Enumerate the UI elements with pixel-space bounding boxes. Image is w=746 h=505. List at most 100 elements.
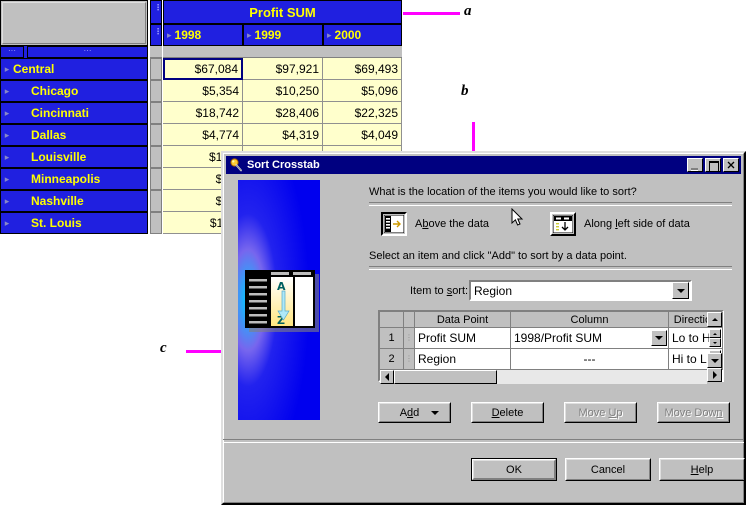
crosstab-row-label: Nashville <box>31 194 84 208</box>
grid-scroll-up-button[interactable] <box>707 312 722 327</box>
dimension-dots-left[interactable]: ··· <box>0 46 24 58</box>
crosstab-column-header-1999[interactable]: ▸ 1999 <box>243 24 323 46</box>
crosstab-data-cell[interactable]: $67,084 <box>163 58 243 80</box>
crosstab-row-gutter[interactable] <box>150 58 162 80</box>
crosstab-row-gutter[interactable] <box>150 146 162 168</box>
dialog-title: Sort Crosstab <box>247 159 320 171</box>
item-to-sort-value: Region <box>474 283 513 298</box>
crosstab-measure-title: Profit SUM <box>163 0 402 24</box>
move-up-button[interactable]: Move Up <box>564 402 637 423</box>
crosstab-data-cell[interactable]: $97,921 <box>243 58 323 80</box>
ok-button[interactable]: OK <box>471 458 557 481</box>
grid-row-selector[interactable]: ⋮ <box>404 328 415 349</box>
crosstab-row-header[interactable]: ▸ St. Louis <box>0 212 148 234</box>
grid-scroll-right-button-vertical[interactable] <box>707 368 722 382</box>
crosstab-row-header[interactable]: ▸ Minneapolis <box>0 168 148 190</box>
crosstab-data-cell[interactable]: $10,250 <box>243 80 323 102</box>
crosstab-data-cell[interactable]: $5,354 <box>163 80 243 102</box>
crosstab-row-label: Dallas <box>31 128 67 142</box>
expand-arrow-icon[interactable]: ▸ <box>1 196 13 207</box>
crosstab-row-label: Cincinnati <box>31 106 90 120</box>
spinner-down-icon[interactable] <box>709 338 721 347</box>
crosstab-row-dimension-bar[interactable]: ··· ··· <box>0 46 148 58</box>
crosstab-row-gutter[interactable] <box>150 168 162 190</box>
above-the-data-label: Above the data <box>415 218 490 230</box>
crosstab-data-cell[interactable]: $5,096 <box>323 80 402 102</box>
crosstab-gutter-band <box>150 46 162 58</box>
move-down-button[interactable]: Move Down <box>657 402 730 423</box>
annotation-label-b: b <box>461 83 469 99</box>
expand-arrow-icon[interactable]: ▸ <box>1 152 13 163</box>
sort-crosstab-dialog[interactable]: Sort Crosstab A Z What is the location o… <box>221 151 746 505</box>
help-button[interactable]: Help <box>659 458 745 481</box>
expand-arrow-icon[interactable]: ▸ <box>1 108 13 119</box>
expand-arrow-icon[interactable]: ▸ <box>1 86 13 97</box>
crosstab-row-gutter[interactable] <box>150 212 162 234</box>
dialog-title-bar[interactable]: Sort Crosstab <box>226 156 741 174</box>
annotation-label-c: c <box>160 340 167 356</box>
grid-scroll-left-button[interactable] <box>380 370 394 384</box>
minimize-icon[interactable] <box>687 158 703 172</box>
crosstab-data-cell[interactable]: $22,325 <box>323 102 402 124</box>
item-to-sort-label: Item to sort: <box>410 285 469 297</box>
chevron-down-icon[interactable] <box>672 282 689 299</box>
dimension-dots-right[interactable]: ··· <box>27 46 148 58</box>
crosstab-row-gutter[interactable] <box>150 102 162 124</box>
maximize-icon[interactable] <box>705 158 721 172</box>
crosstab-row-gutter[interactable] <box>150 190 162 212</box>
expand-arrow-icon[interactable]: ▸ <box>1 64 13 75</box>
expand-arrow-icon: ▸ <box>327 29 332 40</box>
grid-select-header <box>404 312 415 328</box>
along-left-side-icon[interactable] <box>550 212 576 236</box>
mouse-cursor <box>511 207 524 226</box>
crosstab-row-header[interactable]: ▸ Dallas <box>0 124 148 146</box>
crosstab-row-label: Central <box>13 62 55 76</box>
grid-scroll-down-button[interactable] <box>707 353 722 368</box>
grid-hscrollbar-thumb[interactable] <box>394 370 497 384</box>
crosstab-column-header-1998[interactable]: ▸ 1998 <box>163 24 243 46</box>
grid-cell-column[interactable]: --- <box>511 349 669 370</box>
expand-arrow-icon: ▸ <box>247 29 252 40</box>
delete-button[interactable]: Delete <box>471 402 544 423</box>
close-icon[interactable] <box>723 158 739 172</box>
grid-cell-data-point[interactable]: Profit SUM <box>415 328 511 349</box>
expand-arrow-icon[interactable]: ▸ <box>1 130 13 141</box>
grid-row-selector[interactable]: ⋮ <box>404 349 415 370</box>
crosstab-row-header[interactable]: ▸ Chicago <box>0 80 148 102</box>
grid-cell-column[interactable]: 1998/Profit SUM <box>511 328 669 349</box>
crosstab-column-header-2000[interactable]: ▸ 2000 <box>323 24 402 46</box>
crosstab-data-cell[interactable]: $69,493 <box>323 58 402 80</box>
item-to-sort-combobox[interactable]: Region <box>469 280 692 301</box>
crosstab-data-cell[interactable]: $4,774 <box>163 124 243 146</box>
grid-header-data-point[interactable]: Data Point <box>415 312 511 328</box>
above-the-data-icon[interactable] <box>381 212 407 236</box>
grid-header-column[interactable]: Column <box>511 312 669 328</box>
crosstab-corner-cell <box>0 0 148 46</box>
crosstab-data-cell[interactable]: $4,319 <box>243 124 323 146</box>
crosstab-gutter-top[interactable]: ⋮ <box>150 0 162 24</box>
grid-cell-data-point[interactable]: Region <box>415 349 511 370</box>
separator-2 <box>369 266 732 270</box>
annotation-leader-a <box>403 12 460 15</box>
gutter-dots-icon: ⋮ <box>154 27 162 36</box>
crosstab-gutter-second[interactable]: ⋮ <box>150 24 162 46</box>
crosstab-row-header[interactable]: ▸ Cincinnati <box>0 102 148 124</box>
crosstab-row-header[interactable]: ▸ Louisville <box>0 146 148 168</box>
expand-arrow-icon[interactable]: ▸ <box>1 218 13 229</box>
crosstab-row-gutter[interactable] <box>150 124 162 146</box>
crosstab-data-cell[interactable]: $28,406 <box>243 102 323 124</box>
crosstab-row-header[interactable]: ▸ Central <box>0 58 148 80</box>
crosstab-row-header[interactable]: ▸ Nashville <box>0 190 148 212</box>
crosstab-data-cell[interactable]: $4,049 <box>323 124 402 146</box>
expand-arrow-icon[interactable]: ▸ <box>1 174 13 185</box>
crosstab-row-label: St. Louis <box>31 216 82 230</box>
chevron-down-icon[interactable] <box>431 410 439 415</box>
spinner-up-icon[interactable] <box>709 329 721 338</box>
add-button[interactable]: Add <box>378 402 451 423</box>
chevron-down-icon[interactable] <box>651 330 667 346</box>
grid-row-direction-spinner[interactable] <box>709 329 721 348</box>
crosstab-row-gutter[interactable] <box>150 80 162 102</box>
sort-rules-grid[interactable]: Data Point Column Direction 1 ⋮ Profit S… <box>378 310 724 384</box>
crosstab-data-cell[interactable]: $18,742 <box>163 102 243 124</box>
cancel-button[interactable]: Cancel <box>565 458 651 481</box>
